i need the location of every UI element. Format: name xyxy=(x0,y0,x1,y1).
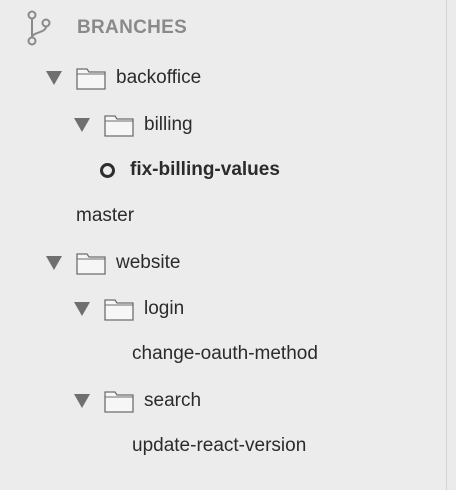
folder-icon xyxy=(76,68,106,90)
triangle-down-icon[interactable] xyxy=(46,71,62,85)
folder-icon xyxy=(104,115,134,137)
folder-icon xyxy=(104,391,134,413)
folder-label: website xyxy=(116,252,181,273)
folder-label: backoffice xyxy=(116,67,202,88)
branch-row-update-react-version[interactable]: update-react-version xyxy=(132,431,306,461)
branch-label: change-oauth-method xyxy=(132,343,318,364)
folder-icon xyxy=(104,299,134,321)
branch-row-fix-billing-values[interactable]: fix-billing-values xyxy=(100,155,280,185)
folder-row-billing[interactable]: billing xyxy=(74,110,193,140)
folder-row-search[interactable]: search xyxy=(74,386,201,416)
branch-label: master xyxy=(76,205,135,226)
folder-row-backoffice[interactable]: backoffice xyxy=(46,63,201,93)
branch-row-master[interactable]: master xyxy=(76,201,134,231)
folder-row-website[interactable]: website xyxy=(46,248,180,278)
branch-label: update-react-version xyxy=(132,435,307,456)
triangle-down-icon[interactable] xyxy=(74,118,90,132)
branch-label: fix-billing-values xyxy=(130,159,280,180)
triangle-down-icon[interactable] xyxy=(74,394,90,408)
folder-row-login[interactable]: login xyxy=(74,294,184,324)
folder-icon xyxy=(76,253,106,275)
folder-label: billing xyxy=(144,114,193,135)
triangle-down-icon[interactable] xyxy=(46,256,62,270)
folder-label: login xyxy=(144,298,185,319)
current-branch-circle-icon xyxy=(100,162,115,178)
branches-section-title: BRANCHES xyxy=(77,17,188,38)
branches-sidebar: BRANCHES backoffice billing fix-billing-… xyxy=(0,0,446,490)
branch-row-change-oauth-method[interactable]: change-oauth-method xyxy=(132,339,318,369)
git-branch-icon xyxy=(27,10,51,46)
triangle-down-icon[interactable] xyxy=(74,302,90,316)
folder-label: search xyxy=(144,390,202,411)
branches-section-header[interactable]: BRANCHES xyxy=(26,8,187,48)
sidebar-divider xyxy=(446,0,456,490)
